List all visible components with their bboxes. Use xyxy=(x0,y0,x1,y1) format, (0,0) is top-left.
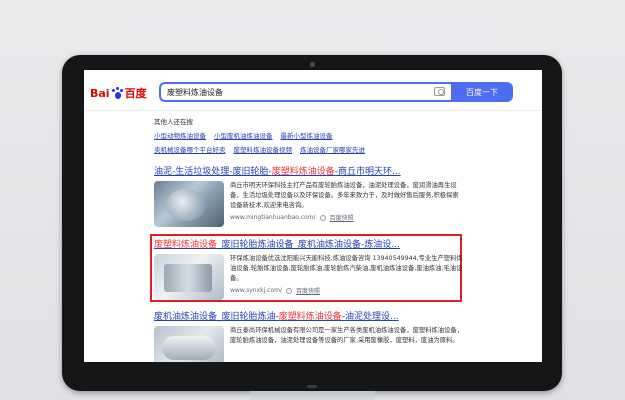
result-title-link[interactable]: 油泥-生活垃圾处理-废旧轮胎-废塑料炼油设备-商丘市明天环... xyxy=(154,164,464,177)
baidu-logo[interactable]: Bai 百度 xyxy=(90,85,147,101)
related-searches: 其他人还在搜 小型动物炼油设备 小型废机油炼油设备 最新小型炼油设备 卖机械设备… xyxy=(154,116,365,158)
camera-icon[interactable] xyxy=(434,87,445,96)
result-description: 环保炼油设备优选沈阳能兴天能科技,炼油设备咨询 13940549944,专业生产… xyxy=(230,255,463,282)
result-title-link[interactable]: 废机油炼油设备_废旧轮胎炼油-废塑料炼油设备-油泥处理设... xyxy=(154,309,464,322)
result-thumbnail[interactable] xyxy=(154,181,224,227)
result-meta: www.synxkj.com/ 百度快照 xyxy=(230,286,464,295)
related-title: 其他人还在搜 xyxy=(154,118,193,126)
related-link[interactable]: 卖机械设备哪个平台好卖 xyxy=(154,144,226,154)
related-link[interactable]: 小型动物炼油设备 xyxy=(154,130,206,140)
power-indicator xyxy=(307,385,317,388)
related-link[interactable]: 废塑料炼油设备视频 xyxy=(234,144,293,154)
search-result: 废机油炼油设备_废旧轮胎炼油-废塑料炼油设备-油泥处理设... 商丘泰尚环保机械… xyxy=(154,309,464,362)
webcam-dot xyxy=(310,62,315,67)
result-description: 商丘市明天环保科技主打产品有废轮胎炼油设备，油泥处理设备，废润滑油再生设备，生活… xyxy=(230,182,459,209)
result-url: www.mingtianhuanbao.com/ xyxy=(230,214,316,221)
result-description: 商丘泰尚环保机械设备有限公司是一家生产各类废机油炼油设备，废塑料炼油设备，废轮胎… xyxy=(230,327,463,344)
search-button[interactable]: 百度一下 xyxy=(451,82,513,102)
logo-text-left: Bai xyxy=(90,86,110,100)
snapshot-link[interactable]: 百度快照 xyxy=(296,286,320,295)
result-thumbnail[interactable] xyxy=(154,254,224,300)
search-input[interactable] xyxy=(167,87,417,97)
related-link[interactable]: 炼油设备厂家哪家先进 xyxy=(300,144,365,154)
related-link[interactable]: 最新小型炼油设备 xyxy=(281,130,333,140)
result-thumbnail[interactable] xyxy=(154,326,224,362)
paw-icon xyxy=(111,86,124,100)
shield-icon xyxy=(319,214,326,221)
shield-icon xyxy=(286,287,292,294)
snapshot-link[interactable]: 百度快照 xyxy=(330,213,354,222)
search-result: 废塑料炼油设备_废旧轮胎炼油设备_废机油炼油设备-炼油设... 环保炼油设备优选… xyxy=(154,237,464,300)
search-box xyxy=(159,82,451,102)
logo-text-right: 百度 xyxy=(124,87,147,100)
related-link[interactable]: 小型废机油炼油设备 xyxy=(214,130,273,140)
result-url: www.synxkj.com/ xyxy=(230,287,282,294)
header-divider xyxy=(84,110,542,111)
browser-screen: Bai 百度 百度一下 其他人还在搜 小型动物炼油设备 小型废机油炼油设备 最新… xyxy=(84,70,542,362)
search-result: 油泥-生活垃圾处理-废旧轮胎-废塑料炼油设备-商丘市明天环... 商丘市明天环保… xyxy=(154,164,464,227)
monitor-stand xyxy=(250,391,375,400)
result-title-link[interactable]: 废塑料炼油设备_废旧轮胎炼油设备_废机油炼油设备-炼油设... xyxy=(154,237,464,250)
result-meta: www.mingtianhuanbao.com/ 百度快照 xyxy=(230,213,464,222)
